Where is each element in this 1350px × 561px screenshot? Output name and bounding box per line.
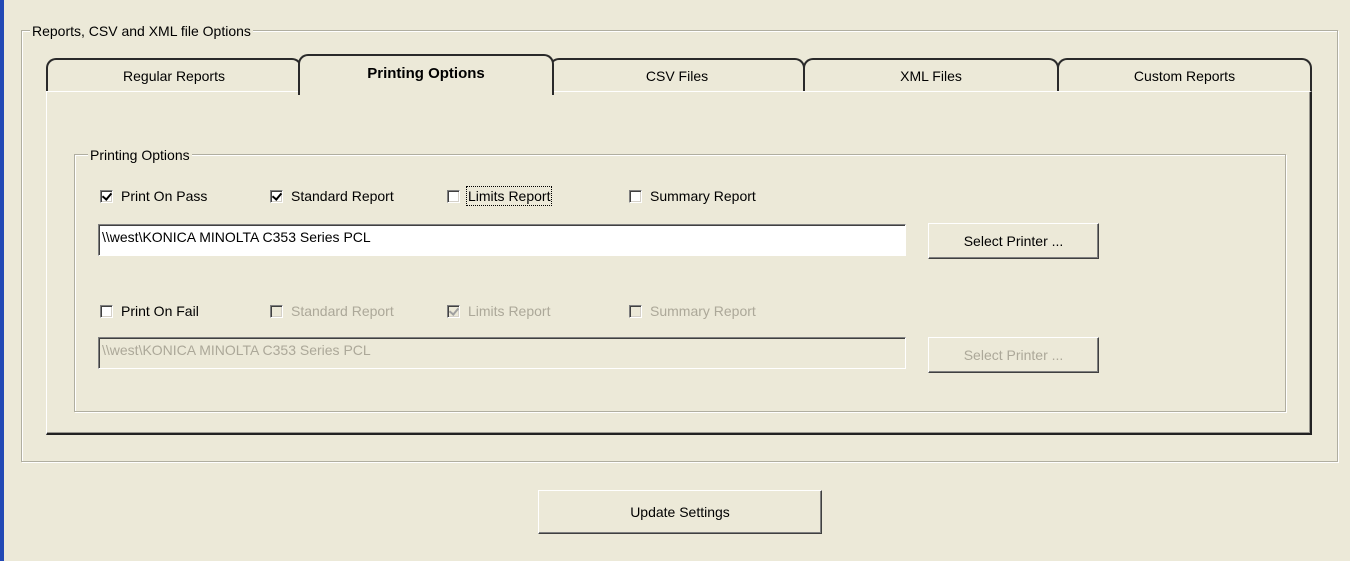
checkbox-box[interactable] — [270, 189, 283, 203]
fail-printer-field[interactable]: \\west\KONICA MINOLTA C353 Series PCL — [98, 337, 906, 369]
fail-standard-report-checkbox[interactable]: Standard Report — [270, 301, 394, 321]
checkbox-box[interactable] — [447, 304, 460, 318]
reports-options-group-title: Reports, CSV and XML file Options — [30, 23, 253, 39]
tab-label: Custom Reports — [1133, 67, 1236, 84]
button-label: Update Settings — [630, 504, 730, 520]
pass-summary-report-checkbox[interactable]: Summary Report — [629, 186, 756, 206]
tab-custom-reports[interactable]: Custom Reports — [1057, 58, 1312, 91]
checkbox-label: Summary Report — [650, 303, 756, 319]
checkbox-box[interactable] — [629, 189, 642, 203]
tab-label: CSV Files — [645, 67, 709, 84]
fail-select-printer-button[interactable]: Select Printer ... — [928, 337, 1099, 373]
pass-select-printer-button[interactable]: Select Printer ... — [928, 223, 1099, 259]
print-on-fail-checkbox[interactable]: Print On Fail — [100, 301, 199, 321]
tab-label: Regular Reports — [123, 67, 225, 84]
update-settings-button[interactable]: Update Settings — [538, 490, 822, 534]
tab-csv-files[interactable]: CSV Files — [549, 58, 805, 91]
pass-printer-field[interactable]: \\west\KONICA MINOLTA C353 Series PCL — [98, 224, 906, 256]
print-on-pass-checkbox[interactable]: Print On Pass — [100, 186, 207, 206]
checkbox-label: Print On Fail — [121, 303, 199, 319]
checkbox-box[interactable] — [270, 304, 283, 318]
checkbox-label: Standard Report — [291, 303, 394, 319]
button-label: Select Printer ... — [963, 233, 1064, 249]
fail-limits-report-checkbox[interactable]: Limits Report — [447, 301, 550, 321]
checkbox-label: Limits Report — [465, 186, 553, 206]
checkbox-box[interactable] — [629, 304, 642, 318]
button-label: Select Printer ... — [963, 347, 1064, 363]
tab-label: XML Files — [900, 67, 962, 84]
checkbox-box[interactable] — [100, 189, 113, 203]
active-tab-joint — [300, 88, 552, 94]
pass-limits-report-checkbox[interactable]: Limits Report — [447, 186, 553, 206]
pass-standard-report-checkbox[interactable]: Standard Report — [270, 186, 394, 206]
checkbox-box[interactable] — [447, 189, 460, 203]
tab-label: Printing Options — [367, 65, 485, 82]
checkbox-label: Print On Pass — [121, 188, 208, 204]
report-options-tabstrip: Regular Reports CSV Files XML Files Cust… — [46, 54, 1312, 95]
window-left-edge — [0, 0, 4, 561]
checkbox-label: Standard Report — [291, 188, 394, 204]
checkbox-label: Limits Report — [468, 303, 551, 319]
printing-options-tab-panel: Printing Options Print On Pass Standard … — [46, 91, 1312, 435]
tab-regular-reports[interactable]: Regular Reports — [46, 58, 302, 91]
checkbox-box[interactable] — [100, 304, 113, 318]
fail-summary-report-checkbox[interactable]: Summary Report — [629, 301, 756, 321]
printing-options-group-title: Printing Options — [88, 147, 192, 163]
tab-xml-files[interactable]: XML Files — [803, 58, 1059, 91]
checkbox-label: Summary Report — [650, 188, 756, 204]
